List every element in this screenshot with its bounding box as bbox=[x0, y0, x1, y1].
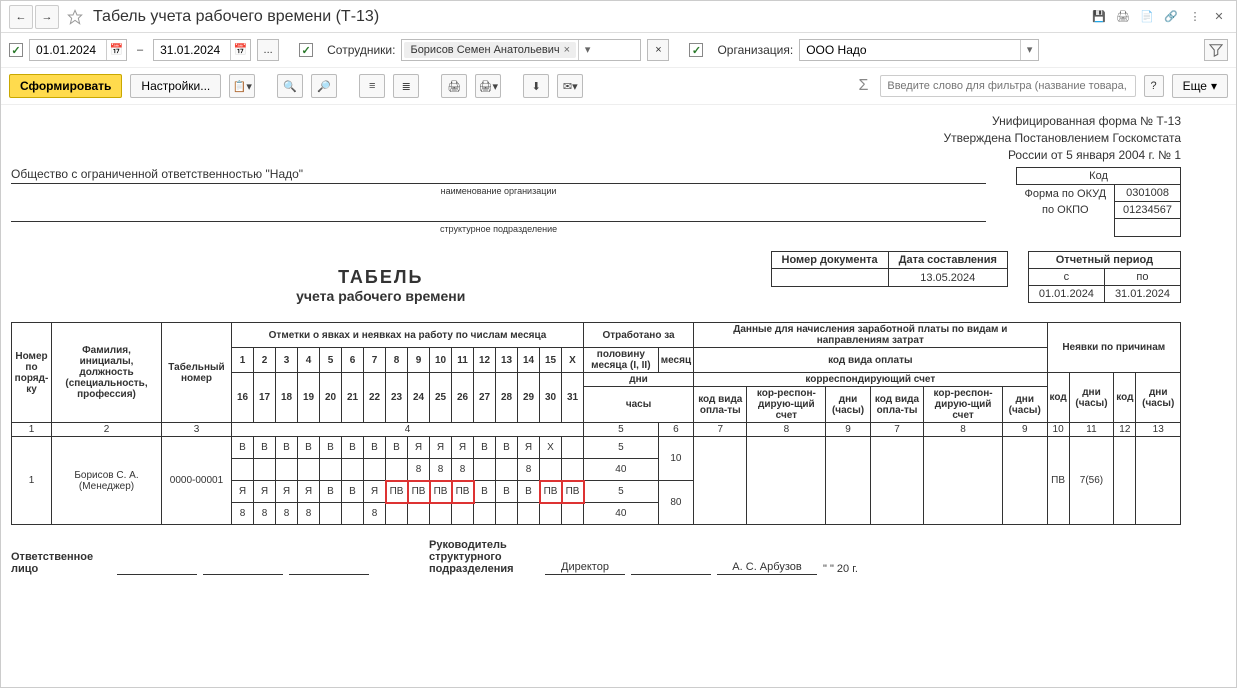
employee-token-label: Борисов Семен Анатольевич bbox=[410, 44, 559, 56]
help-button[interactable]: ? bbox=[1144, 75, 1164, 97]
nav-back-button[interactable]: ← bbox=[9, 5, 33, 29]
date-range-dash: – bbox=[137, 44, 143, 56]
save-button[interactable]: ⬇ bbox=[523, 74, 549, 98]
employees-checkbox[interactable] bbox=[299, 43, 313, 57]
sigma-icon: Σ bbox=[858, 77, 868, 95]
nav-forward-button[interactable]: → bbox=[35, 5, 59, 29]
variants-button[interactable]: 📋▾ bbox=[229, 74, 255, 98]
link-icon[interactable]: 🔗 bbox=[1162, 8, 1180, 26]
settings-button[interactable]: Настройки... bbox=[130, 74, 221, 98]
period-picker-button[interactable]: ... bbox=[257, 39, 279, 61]
subdiv-caption: структурное подразделение bbox=[11, 224, 986, 234]
org-field[interactable] bbox=[800, 41, 1020, 59]
more-vertical-icon[interactable]: ⋮ bbox=[1186, 8, 1204, 26]
subdiv-line bbox=[11, 208, 986, 222]
more-button[interactable]: Еще ▾ bbox=[1172, 74, 1228, 98]
date-range-checkbox[interactable] bbox=[9, 43, 23, 57]
zoom-out-button[interactable]: 🔎 bbox=[311, 74, 337, 98]
search-box[interactable] bbox=[880, 75, 1135, 97]
save-icon[interactable]: 💾 bbox=[1090, 8, 1108, 26]
funnel-icon bbox=[1209, 43, 1223, 57]
preview-icon[interactable]: 📄 bbox=[1138, 8, 1156, 26]
org-input[interactable]: ▾ bbox=[799, 39, 1039, 61]
employees-clear-button[interactable]: × bbox=[647, 39, 669, 61]
print-button[interactable]: 🖨 bbox=[441, 74, 467, 98]
search-input[interactable] bbox=[880, 75, 1135, 97]
doc-info-table: Номер документаДата составления 13.05.20… bbox=[771, 251, 1008, 287]
filter-toolbar: 📅 – 📅 ... Сотрудники: Борисов Семен Анат… bbox=[1, 33, 1236, 68]
collapse-button[interactable]: ≣ bbox=[393, 74, 419, 98]
employee-token: Борисов Семен Анатольевич × bbox=[404, 42, 576, 58]
doc-subtitle: учета рабочего времени bbox=[11, 288, 751, 304]
titlebar: ← → Табель учета рабочего времени (Т-13)… bbox=[1, 1, 1236, 33]
expand-button[interactable]: ≡ bbox=[359, 74, 385, 98]
footer-signatures: Ответственное лицо Руководитель структур… bbox=[11, 539, 1181, 575]
employees-input[interactable]: Борисов Семен Анатольевич × ▾ bbox=[401, 39, 641, 61]
report-content: Унифицированная форма № Т-13 Утверждена … bbox=[1, 105, 1201, 595]
org-name: Общество с ограниченной ответственностью… bbox=[11, 167, 986, 184]
email-button[interactable]: ✉▾ bbox=[557, 74, 583, 98]
timesheet-table: Номер по поряд-ку Фамилия, инициалы, дол… bbox=[11, 322, 1181, 525]
main-table-wrap: Номер по поряд-ку Фамилия, инициалы, дол… bbox=[11, 322, 1181, 525]
form-meta: Унифицированная форма № Т-13 Утверждена … bbox=[11, 113, 1181, 163]
org-checkbox[interactable] bbox=[689, 43, 703, 57]
date-to-field[interactable] bbox=[154, 41, 230, 59]
date-to-input[interactable]: 📅 bbox=[153, 39, 251, 61]
calendar-icon[interactable]: 📅 bbox=[230, 40, 250, 60]
window-title: Табель учета рабочего времени (Т-13) bbox=[93, 8, 1090, 26]
report-area[interactable]: Унифицированная форма № Т-13 Утверждена … bbox=[1, 105, 1236, 685]
action-toolbar: Сформировать Настройки... 📋▾ 🔍 🔎 ≡ ≣ 🖨 🖨… bbox=[1, 68, 1236, 105]
employees-label: Сотрудники: bbox=[327, 43, 395, 57]
chevron-down-icon: ▾ bbox=[1211, 79, 1217, 93]
zoom-in-button[interactable]: 🔍 bbox=[277, 74, 303, 98]
filter-toggle-button[interactable] bbox=[1204, 39, 1228, 61]
close-icon[interactable]: ✕ bbox=[1210, 8, 1228, 26]
generate-button[interactable]: Сформировать bbox=[9, 74, 122, 98]
doc-title: ТАБЕЛЬ bbox=[11, 267, 751, 288]
calendar-icon[interactable]: 📅 bbox=[106, 40, 126, 60]
dropdown-icon[interactable]: ▾ bbox=[1020, 40, 1038, 60]
print-icon[interactable]: 🖨 bbox=[1114, 8, 1132, 26]
org-caption: наименование организации bbox=[11, 186, 986, 196]
dropdown-icon[interactable]: ▾ bbox=[578, 40, 596, 60]
period-table: Отчетный период спо 01.01.202431.01.2024 bbox=[1028, 251, 1181, 303]
token-remove-icon[interactable]: × bbox=[564, 44, 570, 56]
date-from-field[interactable] bbox=[30, 41, 106, 59]
favorite-star-icon[interactable] bbox=[67, 9, 83, 25]
org-label: Организация: bbox=[717, 43, 793, 57]
date-from-input[interactable]: 📅 bbox=[29, 39, 127, 61]
codes-block: Код Форма по ОКУД0301008 по ОКПО01234567 bbox=[1016, 167, 1181, 237]
print-dropdown-button[interactable]: 🖨▾ bbox=[475, 74, 501, 98]
